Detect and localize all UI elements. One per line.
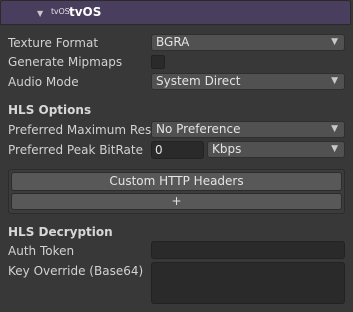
- auth-token-input[interactable]: [151, 241, 345, 259]
- auth-token-label: Auth Token: [8, 244, 75, 258]
- platform-foldout-header[interactable]: ▼ tvOS tvOS: [0, 0, 351, 25]
- preferred-max-reso-value: No Preference: [156, 122, 241, 136]
- bitrate-unit-value: Kbps: [212, 142, 242, 156]
- generate-mipmaps-checkbox[interactable]: [151, 55, 165, 69]
- audio-mode-label: Audio Mode: [8, 75, 79, 89]
- custom-headers-group: Custom HTTP Headers +: [8, 169, 345, 214]
- generate-mipmaps-label: Generate Mipmaps: [8, 55, 123, 69]
- key-override-textarea[interactable]: [151, 262, 345, 304]
- foldout-triangle-icon[interactable]: ▼: [37, 9, 43, 18]
- preferred-max-reso-dropdown[interactable]: No Preference ▼: [151, 121, 345, 138]
- texture-format-label: Texture Format: [8, 36, 99, 50]
- plus-icon: +: [171, 194, 182, 208]
- custom-http-headers-button[interactable]: Custom HTTP Headers: [11, 172, 342, 191]
- key-override-label: Key Override (Base64): [8, 264, 144, 278]
- preferred-max-reso-label: Preferred Maximum Reso: [8, 123, 159, 137]
- add-header-button[interactable]: +: [11, 193, 342, 210]
- preferred-peak-bitrate-label: Preferred Peak BitRate: [8, 143, 143, 157]
- peak-bitrate-input[interactable]: 0: [151, 141, 204, 159]
- chevron-down-icon: ▼: [331, 124, 338, 134]
- audio-mode-value: System Direct: [156, 74, 241, 88]
- texture-format-dropdown[interactable]: BGRA ▼: [151, 34, 345, 51]
- custom-http-headers-label: Custom HTTP Headers: [109, 174, 244, 188]
- bitrate-unit-dropdown[interactable]: Kbps ▼: [207, 141, 345, 158]
- hls-decryption-heading: HLS Decryption: [8, 225, 113, 239]
- peak-bitrate-value: 0: [155, 143, 163, 157]
- texture-format-value: BGRA: [156, 35, 190, 49]
- audio-mode-dropdown[interactable]: System Direct ▼: [151, 73, 345, 90]
- platform-title: tvOS: [69, 5, 102, 19]
- chevron-down-icon: ▼: [331, 144, 338, 154]
- hls-options-heading: HLS Options: [8, 103, 92, 117]
- chevron-down-icon: ▼: [331, 76, 338, 86]
- chevron-down-icon: ▼: [331, 37, 338, 47]
- tvos-logo-icon: tvOS: [51, 7, 70, 16]
